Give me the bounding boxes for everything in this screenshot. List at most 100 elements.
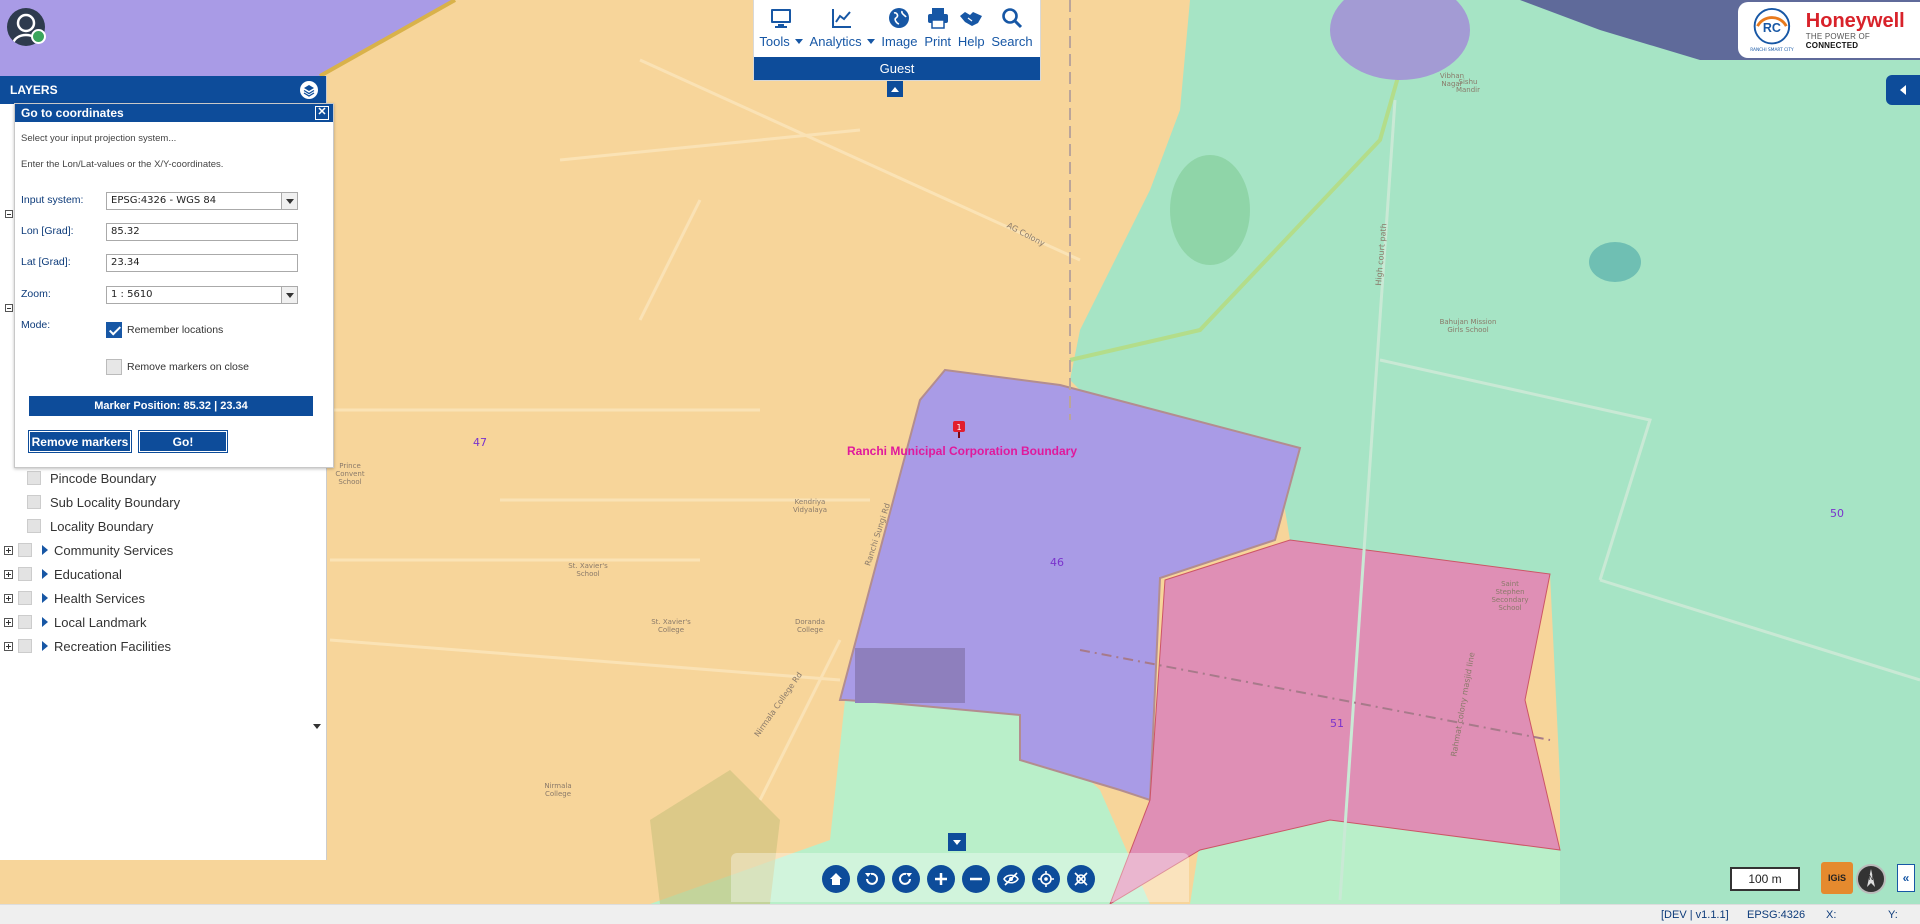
- ward-number-50: 50: [1830, 507, 1844, 520]
- image-button[interactable]: Image: [881, 6, 918, 57]
- layer-checkbox[interactable]: [27, 471, 41, 485]
- coordinates-hint: Enter the Lon/Lat-values or the X/Y-coor…: [21, 159, 224, 170]
- place-label: St. Xavier's College: [651, 618, 691, 634]
- layer-checkbox[interactable]: [27, 519, 41, 533]
- right-panel-toggle-button[interactable]: [1886, 75, 1920, 105]
- chevron-down-icon[interactable]: [281, 193, 297, 209]
- expand-icon[interactable]: [4, 569, 13, 579]
- go-to-coordinates-dialog: Go to coordinates ✕ Select your input pr…: [14, 103, 334, 468]
- chevron-down-icon[interactable]: [281, 287, 297, 303]
- place-label: Nirmala College: [544, 782, 572, 798]
- bottom-nav-toggle-button[interactable]: [948, 833, 966, 851]
- location-marker-icon[interactable]: 1: [952, 420, 966, 438]
- layer-item-locality-boundary[interactable]: Locality Boundary: [27, 514, 153, 538]
- layers-header: LAYERS: [0, 76, 326, 104]
- toolbar-collapse-button[interactable]: [887, 81, 903, 97]
- layer-item-sub-locality-boundary[interactable]: Sub Locality Boundary: [27, 490, 180, 514]
- honeywell-logo: RC RANCHI SMART CITY Honeywell THE POWER…: [1738, 2, 1920, 58]
- svg-text:N: N: [1868, 874, 1873, 882]
- remove-markers-on-close-checkbox[interactable]: [106, 359, 122, 375]
- scale-bar: 100 m: [1730, 867, 1800, 891]
- lat-input[interactable]: 23.34: [106, 254, 298, 272]
- layer-checkbox[interactable]: [18, 543, 32, 557]
- place-label: Doranda College: [794, 618, 825, 634]
- layer-checkbox[interactable]: [18, 567, 32, 581]
- hide-button[interactable]: [997, 865, 1025, 893]
- north-arrow-icon[interactable]: N: [1856, 864, 1886, 894]
- layer-checkbox[interactable]: [18, 615, 32, 629]
- layer-group-local-landmark[interactable]: Local Landmark: [4, 610, 147, 634]
- collapse-panel-button[interactable]: «: [1897, 864, 1915, 892]
- svg-text:1: 1: [956, 423, 961, 432]
- layer-checkbox[interactable]: [18, 591, 32, 605]
- expand-icon[interactable]: [4, 593, 13, 603]
- chevron-down-icon: [866, 39, 875, 44]
- tree-collapse-icon[interactable]: [5, 304, 13, 312]
- lon-input[interactable]: 85.32: [106, 223, 298, 241]
- layer-label: Health Services: [54, 590, 146, 606]
- layer-item-pincode-boundary[interactable]: Pincode Boundary: [27, 466, 156, 490]
- layer-tree: Pincode Boundary Sub Locality Boundary L…: [0, 466, 322, 661]
- zoom-out-button[interactable]: [962, 865, 990, 893]
- undo-icon: [865, 872, 878, 885]
- caret-right-icon[interactable]: [42, 569, 48, 579]
- help-button[interactable]: Help: [958, 6, 985, 57]
- svg-text:RC: RC: [1763, 21, 1781, 35]
- zoom-in-icon: [935, 873, 947, 885]
- caret-right-icon[interactable]: [42, 617, 48, 627]
- tools-menu-button[interactable]: Tools: [759, 6, 803, 57]
- search-icon: [1002, 8, 1023, 29]
- analytics-menu-button[interactable]: Analytics: [810, 6, 875, 57]
- tagline-bold: CONNECTED: [1805, 41, 1859, 50]
- fullscreen-off-button[interactable]: [1067, 865, 1095, 893]
- remove-markers-button[interactable]: Remove markers: [28, 430, 132, 453]
- tools-label: Tools: [759, 34, 790, 49]
- dialog-titlebar: Go to coordinates ✕: [15, 104, 333, 122]
- redo-button[interactable]: [892, 865, 920, 893]
- layer-label: Educational: [54, 566, 122, 582]
- go-button[interactable]: Go!: [138, 430, 228, 453]
- home-icon: [830, 873, 842, 885]
- layer-group-health-services[interactable]: Health Services: [4, 586, 145, 610]
- zoom-select[interactable]: 1 : 5610: [106, 286, 298, 304]
- layer-group-community-services[interactable]: Community Services: [4, 538, 173, 562]
- layer-label: Community Services: [54, 542, 174, 558]
- home-button[interactable]: [822, 865, 850, 893]
- print-button[interactable]: Print: [924, 6, 951, 57]
- brand-name: Honeywell: [1805, 10, 1905, 32]
- caret-right-icon[interactable]: [42, 545, 48, 555]
- search-label: Search: [991, 34, 1033, 49]
- version-label: [DEV | v1.1.1]: [1661, 909, 1729, 921]
- remember-locations-checkbox[interactable]: [106, 322, 122, 338]
- scroll-down-icon[interactable]: [313, 724, 321, 729]
- projection-hint: Select your input projection system...: [21, 133, 177, 144]
- zoom-in-button[interactable]: [927, 865, 955, 893]
- expand-icon[interactable]: [4, 617, 13, 627]
- input-system-select[interactable]: EPSG:4326 - WGS 84: [106, 192, 298, 210]
- caret-right-icon[interactable]: [42, 641, 48, 651]
- search-button[interactable]: Search: [991, 6, 1033, 57]
- close-icon[interactable]: ✕: [315, 106, 329, 120]
- expand-icon[interactable]: [4, 641, 13, 651]
- fullscreen-off-icon: [1074, 872, 1088, 886]
- layer-checkbox[interactable]: [18, 639, 32, 653]
- lon-label: Lon [Grad]:: [21, 225, 74, 237]
- layer-group-educational[interactable]: Educational: [4, 562, 122, 586]
- place-label: Bahujan Mission Girls School: [1439, 318, 1497, 334]
- seal-text: RANCHI SMART CITY: [1750, 47, 1794, 53]
- marker-position-readout: Marker Position: 85.32 | 23.34: [29, 396, 313, 416]
- layer-label: Local Landmark: [54, 614, 147, 630]
- layer-group-recreation-facilities[interactable]: Recreation Facilities: [4, 634, 171, 658]
- undo-button[interactable]: [857, 865, 885, 893]
- layer-checkbox[interactable]: [27, 495, 41, 509]
- tree-collapse-icon[interactable]: [5, 210, 13, 218]
- monitor-icon: [771, 9, 792, 28]
- caret-right-icon[interactable]: [42, 593, 48, 603]
- ward-number-51: 51: [1330, 717, 1344, 730]
- locate-button[interactable]: [1032, 865, 1060, 893]
- place-label: Prince Convent School: [335, 462, 365, 486]
- handshake-icon: [960, 12, 983, 26]
- layers-icon[interactable]: [300, 81, 318, 99]
- layer-label: Pincode Boundary: [50, 470, 157, 486]
- expand-icon[interactable]: [4, 545, 13, 555]
